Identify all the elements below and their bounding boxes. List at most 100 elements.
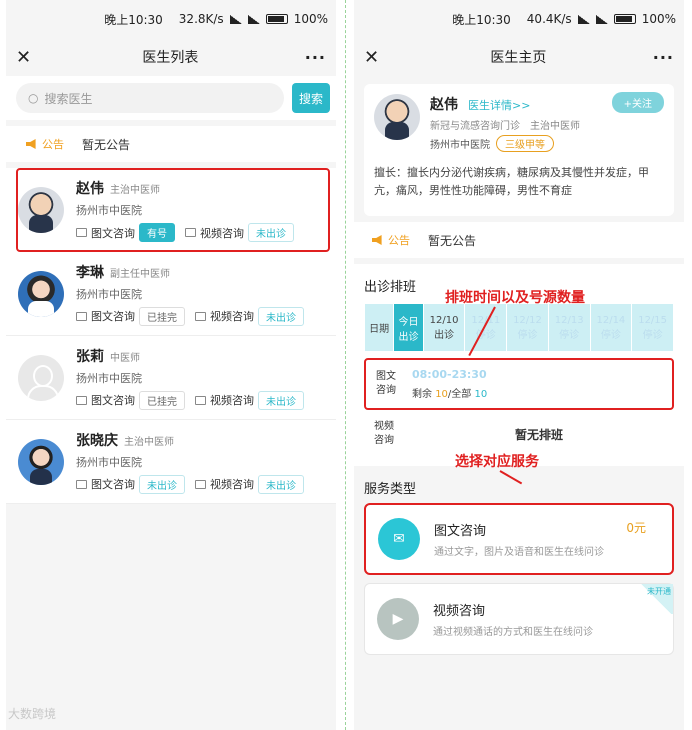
video-camera-icon: ▶ [377,598,419,640]
video-icon [185,228,196,237]
service-type-title: 服务类型 [364,482,417,497]
img-consult-label: 图文咨询 [91,394,135,407]
doctor-detail-link[interactable]: 医生详情>> [468,99,530,112]
search-icon: ○ [28,91,39,105]
signal-icon-2 [247,14,260,24]
divider [345,0,346,730]
notice-tag: 公告 [372,232,410,248]
status-badge: 未出诊 [258,306,304,326]
video-icon [195,479,206,489]
chat-icon: ✉ [378,518,420,560]
close-icon[interactable]: ✕ [364,47,384,68]
doctor-name: 赵伟 [76,181,104,197]
status-time: 晚上10:30 [104,12,163,27]
grade-badge: 三级甲等 [496,135,554,152]
speaker-icon [372,235,382,245]
video-icon [195,311,206,321]
doctor-name: 李琳 [76,264,104,281]
status-badge: 已挂完 [139,390,185,410]
close-icon[interactable]: ✕ [16,47,36,68]
schedule-day[interactable]: 12/13 停诊 [547,303,591,352]
image-icon [76,395,87,405]
doctor-title: 主治中医师 [110,185,160,196]
service-desc: 通过视频通话的方式和医生在线问诊 [433,627,593,638]
doctor-hospital: 扬州市中医院 [76,287,142,301]
status-time: 晚上10:30 [452,12,511,27]
doctor-item[interactable]: 赵伟 主治中医师 扬州市中医院 图文咨询 有号 视频咨询 未出诊 [16,168,330,252]
notice-tag-label: 公告 [388,234,410,247]
video-icon [195,395,206,405]
status-badge: 已挂完 [139,306,185,326]
img-consult-label: 图文咨询 [91,310,135,323]
search-button[interactable]: 搜索 [292,83,330,113]
notice-tag: 公告 [26,136,64,152]
schedule-day[interactable]: 12/15 停诊 [631,303,674,352]
battery-icon [265,14,288,24]
follow-button[interactable]: +关注 [611,92,664,113]
image-icon [76,228,87,237]
signal-icon-2 [595,14,608,24]
more-icon[interactable]: ··· [305,48,326,67]
total-count: 10 [474,389,488,400]
doctor-item[interactable]: 张莉 中医师 扬州市中医院 图文咨询 已挂完 视频咨询 未出诊 [6,336,336,420]
schedule-day[interactable]: 12/10 出诊 [422,303,466,352]
doctor-hospital: 扬州市中医院 [430,140,490,151]
service-name: 视频咨询 [433,604,486,619]
page-title: 医生主页 [490,50,547,66]
service-name: 图文咨询 [434,524,487,539]
schedule-day[interactable]: 今日 出诊 [393,303,424,352]
status-badge: 未出诊 [139,474,185,494]
notice-text: 暂无公告 [82,137,131,152]
notice-bar: 公告 暂无公告 [6,126,336,162]
ribbon-badge: 未开通 [639,584,673,614]
avatar [18,270,64,317]
doctor-specialty: 擅长：擅长内分泌代谢疾病，糖尿病及其慢性并发症，甲亢，痛风，男性性功能障碍，男性… [374,166,649,197]
doctor-name: 赵伟 [430,97,458,113]
page-title: 医生列表 [142,50,199,66]
doctor-card: 赵伟 医生详情>> 新冠与流感咨询门诊 主治中医师 扬州市中医院 三级甲等 +关注 … [364,84,674,216]
schedule-table: 日期今日 出诊12/10 出诊12/11 停诊12/12 停诊12/13 停诊1… [363,303,674,352]
battery-level: 100% [641,12,676,26]
avatar [18,438,64,485]
service-image-consult[interactable]: ✉ 图文咨询 通过文字，图片及语音和医生在线问诊 0元 [364,503,674,575]
schedule-day[interactable]: 12/11 停诊 [464,303,508,352]
status-badge: 未出诊 [258,390,304,410]
status-bar: 晚上10:30 32.8K/s 100% [6,0,336,38]
annotation-schedule: 排班时间以及号源数量 [445,290,585,306]
schedule: 日期今日 出诊12/10 出诊12/11 停诊12/12 停诊12/13 停诊1… [354,303,684,466]
total-label: /全部 [447,389,472,400]
remain-label: 剩余 [412,389,432,400]
signal-icon [229,14,242,24]
search-input[interactable]: ○ 搜索医生 [16,83,284,113]
notice-tag-label: 公告 [42,138,64,151]
doctor-title: 中医师 [110,352,140,364]
video-consult-label: 视频咨询 [210,478,254,491]
status-badge: 未出诊 [258,474,304,494]
video-consult-label: 视频咨询 [200,226,244,240]
search-row: ○ 搜索医生 搜索 [6,76,336,120]
avatar [18,354,64,401]
doctor-list: 赵伟 主治中医师 扬州市中医院 图文咨询 有号 视频咨询 未出诊 李琳 副主任中医师… [6,168,336,504]
schedule-day[interactable]: 12/12 停诊 [506,303,549,352]
schedule-day[interactable]: 12/14 停诊 [589,303,633,352]
avatar [374,94,420,140]
service-desc: 通过文字，图片及语音和医生在线问诊 [434,547,604,558]
notice-bar: 公告 暂无公告 [354,222,684,258]
slot-row-image[interactable]: 图文 咨询 08:00-23:30 剩余 10/全部 10 [364,358,674,410]
doctor-home-screen: 晚上10:30 40.4K/s 100% ✕ 医生主页 ··· 赵伟 医生详情>>… [354,0,684,730]
video-consult-label: 视频咨询 [210,310,254,323]
watermark: 大数跨境 [8,707,57,721]
doctor-item[interactable]: 张晓庆 主治中医师 扬州市中医院 图文咨询 未出诊 视频咨询 未出诊 [6,420,336,504]
service-video-consult[interactable]: ▶ 视频咨询 通过视频通话的方式和医生在线问诊 未开通 [364,583,674,655]
schedule-date-label: 日期 [363,303,395,352]
search-placeholder: 搜索医生 [44,91,93,106]
slot-label: 视频 [374,421,394,432]
more-icon[interactable]: ··· [653,48,674,67]
doctor-item[interactable]: 李琳 副主任中医师 扬州市中医院 图文咨询 已挂完 视频咨询 未出诊 [6,252,336,336]
nav-bar: ✕ 医生列表 ··· [6,38,336,76]
doctor-name: 张莉 [76,348,104,365]
img-consult-label: 图文咨询 [91,478,135,491]
doctor-name: 张晓庆 [76,432,118,449]
doctor-hospital: 扬州市中医院 [76,204,142,217]
doctor-hospital: 扬州市中医院 [76,455,142,469]
